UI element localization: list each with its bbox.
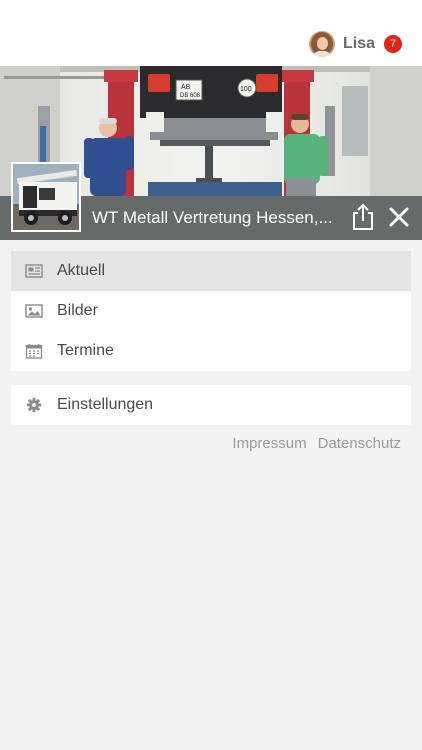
calendar-icon	[25, 344, 43, 359]
plate-line2: DB 608	[180, 93, 201, 99]
menu-item-label: Einstellungen	[57, 396, 154, 413]
profile-thumbnail[interactable]	[11, 162, 81, 232]
share-icon	[353, 203, 373, 230]
menu-item-einstellungen[interactable]: Einstellungen	[11, 385, 411, 425]
plate-right: 100	[240, 86, 252, 93]
close-icon	[389, 207, 409, 227]
main-menu: Aktuell Bilder Termine	[11, 251, 411, 371]
top-bar: Lisa 7	[0, 0, 422, 67]
menu-item-aktuell[interactable]: Aktuell	[11, 251, 411, 291]
share-button[interactable]	[350, 203, 376, 231]
menu-item-label: Bilder	[57, 302, 98, 319]
avatar[interactable]	[308, 31, 335, 57]
image-icon	[25, 304, 43, 318]
news-icon	[25, 264, 43, 278]
page-title: WT Metall Vertretung Hessen,...	[92, 208, 333, 227]
username[interactable]: Lisa	[343, 35, 375, 53]
settings-menu: Einstellungen	[11, 385, 411, 425]
impressum-link[interactable]: Impressum	[232, 435, 306, 455]
gear-icon	[26, 397, 42, 413]
menu-item-label: Termine	[57, 342, 114, 359]
menu-item-label: Aktuell	[57, 262, 106, 279]
notification-badge[interactable]: 7	[384, 35, 402, 53]
user-menu[interactable]: Lisa 7	[308, 30, 402, 58]
datenschutz-link[interactable]: Datenschutz	[318, 435, 401, 455]
footer-links: Impressum Datenschutz	[221, 435, 401, 455]
menu-item-termine[interactable]: Termine	[11, 331, 411, 371]
close-button[interactable]	[386, 206, 412, 230]
menu-item-bilder[interactable]: Bilder	[11, 291, 411, 331]
plate-line1: AB	[181, 84, 191, 91]
